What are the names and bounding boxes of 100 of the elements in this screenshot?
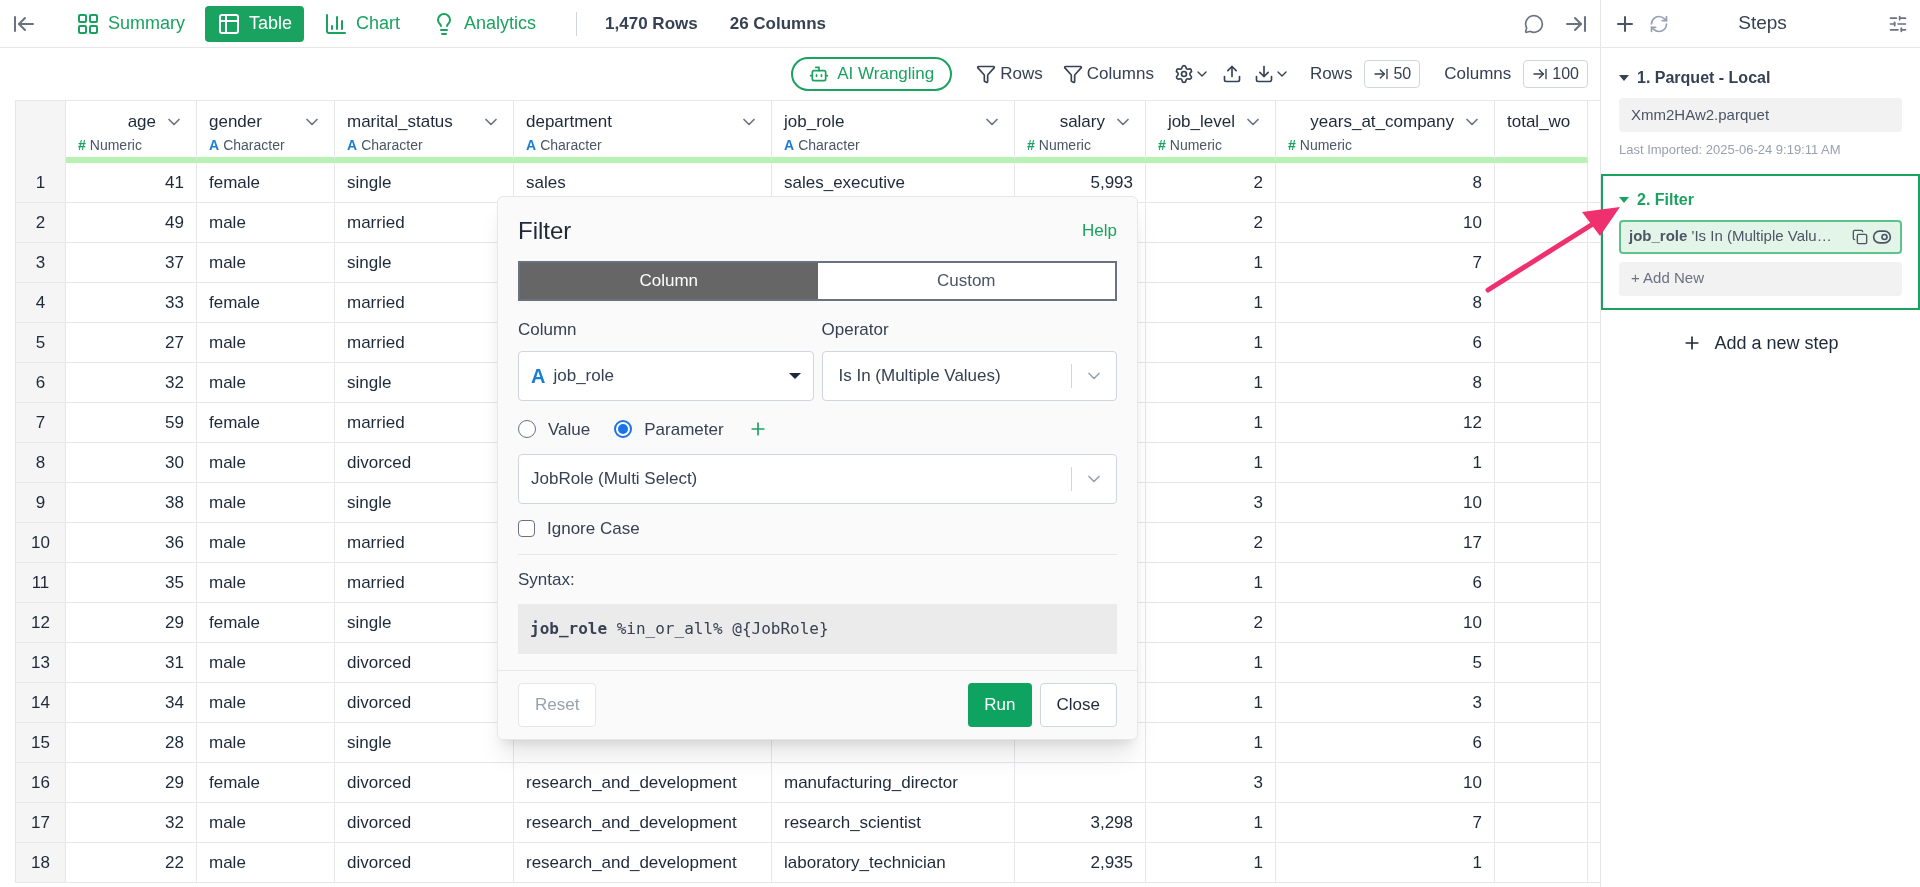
table-cell: 1 <box>1146 723 1276 762</box>
row-number: 8 <box>16 443 66 482</box>
table-cell: 10 <box>1276 483 1495 522</box>
table-cell: 28 <box>66 723 197 762</box>
character-type-icon: A <box>209 134 220 156</box>
add-new-button[interactable]: + Add New <box>1619 261 1902 296</box>
stat-label: 1,470 Rows <box>605 12 698 35</box>
table-cell: male <box>197 243 335 282</box>
table-cell: female <box>197 283 335 322</box>
column-name: department <box>526 111 612 133</box>
radio-button[interactable] <box>518 420 536 439</box>
columns-input[interactable]: 100 <box>1523 60 1588 88</box>
table-cell: 3 <box>1146 763 1276 802</box>
character-type-icon: A <box>347 134 358 156</box>
syntax-label: Syntax: <box>518 568 576 591</box>
table-cell: 1 <box>1146 643 1276 682</box>
table-cell: 8 <box>1276 163 1495 202</box>
table-cell: 3,298 <box>1015 803 1146 842</box>
table-cell: 1 <box>1146 283 1276 322</box>
table-cell: 3 <box>1146 483 1276 522</box>
checkbox[interactable] <box>518 520 535 538</box>
table-cell: research_and_development <box>514 803 772 842</box>
row-number: 4 <box>16 283 66 322</box>
table-cell: 5 <box>1276 643 1495 682</box>
column-type: Character <box>540 135 602 155</box>
table-cell: 7 <box>1276 243 1495 282</box>
syntax-code: job_role %in_or_all% @{JobRole} <box>518 604 1117 654</box>
table-cell: 29 <box>66 603 197 642</box>
table-cell: 7 <box>1276 803 1495 842</box>
table-cell: female <box>197 763 335 802</box>
table-cell: 3 <box>1276 683 1495 722</box>
column-name: years_at_company <box>1310 111 1454 133</box>
table-cell: manufacturing_director <box>772 763 1015 802</box>
refresh-icon[interactable] <box>1649 13 1669 34</box>
step-card[interactable]: 1. Parquet - Local Xmm2HAw2.parquet Last Imported: 2025-06-24 9:19:11 AM <box>1601 52 1920 174</box>
row-number: 17 <box>16 803 66 842</box>
table-cell: 10 <box>1276 203 1495 242</box>
column-header[interactable]: total_wo <box>1495 101 1588 163</box>
column-header[interactable]: salary # Numeric <box>1015 101 1146 163</box>
table-cell: 38 <box>66 483 197 522</box>
table-cell: 1 <box>1276 443 1495 482</box>
table-cell: 1 <box>1146 843 1276 882</box>
row-number: 12 <box>16 603 66 642</box>
table-cell: 1 <box>1146 363 1276 402</box>
table-cell: research_and_development <box>514 763 772 802</box>
character-type-icon: A <box>526 134 537 156</box>
table-cell: 59 <box>66 403 197 442</box>
comment-icon[interactable] <box>1524 13 1544 34</box>
rows-filter-button[interactable]: Rows <box>976 61 1043 87</box>
summary-tab-icon <box>76 11 100 36</box>
row-number: 9 <box>16 483 66 522</box>
numeric-type-icon: # <box>1027 134 1035 156</box>
table-cell: 41 <box>66 163 197 202</box>
row-number: 11 <box>16 563 66 602</box>
table-cell: divorced <box>335 843 514 882</box>
column-name: total_wo <box>1507 111 1571 133</box>
mode-tab[interactable]: Column <box>520 263 818 299</box>
filter-condition[interactable]: job_role 'Is In (Multiple Valu… <box>1619 219 1902 254</box>
rows-input[interactable]: 50 <box>1364 60 1421 88</box>
column-header[interactable]: age # Numeric <box>66 101 197 163</box>
column-select[interactable]: A job_role <box>518 350 814 401</box>
caret-down-icon[interactable] <box>1619 75 1629 81</box>
table-cell: female <box>197 403 335 442</box>
table-cell: 6 <box>1276 563 1495 602</box>
table-cell: 8 <box>1276 363 1495 402</box>
parameter-select[interactable]: JobRole (Multi Select) <box>518 454 1117 504</box>
add-step-button[interactable]: Add a new step <box>1601 329 1920 357</box>
operator-select[interactable]: Is In (Multiple Values) <box>821 350 1117 401</box>
table-cell: research_and_development <box>514 843 772 882</box>
column-header[interactable]: marital_status A Character <box>335 101 514 163</box>
column-header[interactable]: job_role A Character <box>772 101 1015 163</box>
copy-icon[interactable] <box>1852 228 1868 245</box>
checkbox-label: Ignore Case <box>547 518 640 540</box>
column-header[interactable]: gender A Character <box>197 101 335 163</box>
table-cell: male <box>197 443 335 482</box>
character-type-icon: A <box>784 134 795 156</box>
table-cell: 1 <box>1146 403 1276 442</box>
columns-filter-button[interactable]: Columns <box>1062 61 1154 87</box>
radio-label: Parameter <box>644 418 724 441</box>
condition-text: job_role 'Is In (Multiple Valu… <box>1629 226 1833 247</box>
radio-button[interactable] <box>614 420 633 439</box>
settings-icon[interactable] <box>1888 13 1908 34</box>
upload-icon[interactable] <box>1221 64 1242 84</box>
step-card[interactable]: 2. Filter job_role 'Is In (Multiple Valu… + Add New <box>1601 173 1920 310</box>
table-cell: female <box>197 163 335 202</box>
arrow-to-line-icon <box>1373 66 1390 82</box>
import-note: Last Imported: 2025-06-24 9:19:11 AM <box>1619 141 1842 159</box>
close-button[interactable]: Close <box>1039 683 1117 727</box>
table-cell: laboratory_technician <box>772 843 1015 882</box>
table-cell: 1 <box>1276 843 1495 882</box>
mode-tab[interactable]: Custom <box>817 263 1115 299</box>
table-cell: 8 <box>1276 283 1495 322</box>
robot-icon <box>809 64 830 84</box>
column-header[interactable]: job_level # Numeric <box>1146 101 1276 163</box>
table-cell: 30 <box>66 443 197 482</box>
column-type: Numeric <box>89 135 142 155</box>
column-header[interactable]: department A Character <box>514 101 772 163</box>
table-cell: male <box>197 803 335 842</box>
table-cell: 6 <box>1276 723 1495 762</box>
column-header[interactable]: years_at_company # Numeric <box>1276 101 1495 163</box>
